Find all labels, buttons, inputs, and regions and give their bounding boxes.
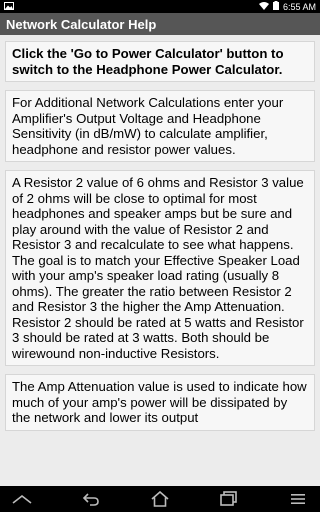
menu-icon[interactable] xyxy=(286,488,310,510)
action-bar: Network Calculator Help xyxy=(0,13,320,35)
help-card-resistor-values: A Resistor 2 value of 6 ohms and Resisto… xyxy=(5,170,315,366)
battery-icon xyxy=(272,1,279,12)
navigation-bar xyxy=(0,486,320,512)
image-notification-icon xyxy=(4,1,14,12)
help-card-amp-attenuation: The Amp Attenuation value is used to ind… xyxy=(5,374,315,431)
chevron-up-icon[interactable] xyxy=(10,488,34,510)
back-icon[interactable] xyxy=(79,488,103,510)
wifi-icon xyxy=(258,1,269,12)
status-bar: 6:55 AM xyxy=(0,0,320,13)
recent-apps-icon[interactable] xyxy=(217,488,241,510)
help-card-additional-calculations: For Additional Network Calculations ente… xyxy=(5,90,315,162)
home-icon[interactable] xyxy=(148,488,172,510)
status-time: 6:55 AM xyxy=(282,1,316,12)
help-card-power-calculator: Click the 'Go to Power Calculator' butto… xyxy=(5,41,315,82)
help-content[interactable]: Click the 'Go to Power Calculator' butto… xyxy=(0,35,320,486)
page-title: Network Calculator Help xyxy=(6,16,157,32)
